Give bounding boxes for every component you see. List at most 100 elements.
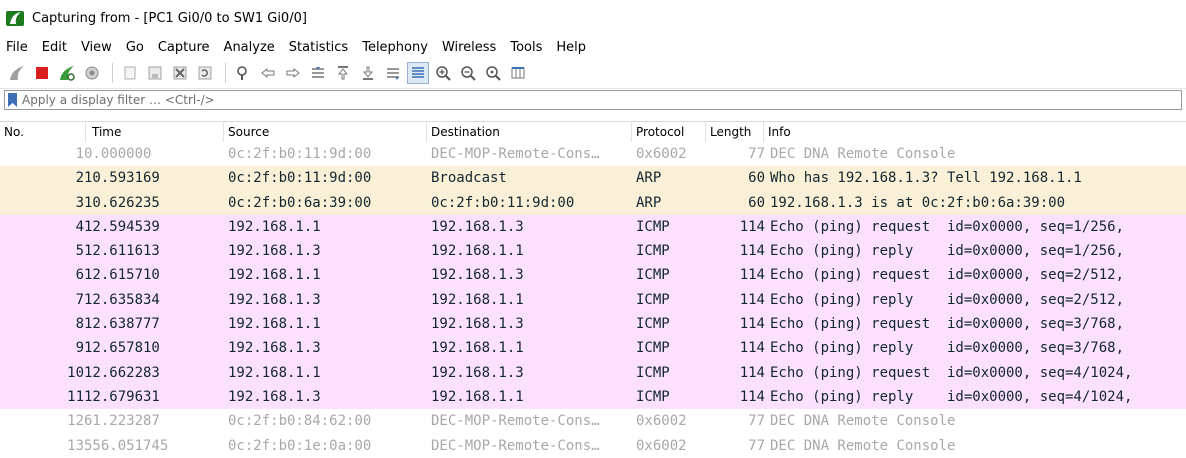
- column-protocol[interactable]: Protocol: [632, 122, 706, 142]
- reload-file-icon[interactable]: [194, 62, 216, 84]
- packet-no: 5: [75, 243, 84, 260]
- packet-protocol: 0x6002: [636, 437, 687, 454]
- menu-help[interactable]: Help: [556, 40, 586, 55]
- menu-analyze[interactable]: Analyze: [224, 40, 275, 55]
- packet-row[interactable]: 7 12.635834 192.168.1.3 192.168.1.1 ICMP…: [0, 287, 1186, 313]
- packet-protocol: ARP: [636, 194, 662, 211]
- packet-length: 77: [748, 413, 765, 430]
- packet-row[interactable]: 12 61.223287 0c:2f:b0:84:62:00 DEC-MOP-R…: [0, 409, 1186, 434]
- packet-protocol: ICMP: [636, 291, 670, 308]
- packet-row[interactable]: 6 12.615710 192.168.1.1 192.168.1.3 ICMP…: [0, 263, 1186, 288]
- column-info[interactable]: Info: [764, 122, 1186, 142]
- open-file-icon[interactable]: [119, 62, 141, 84]
- packet-destination: 0c:2f:b0:11:9d:00: [431, 194, 575, 211]
- menu-bar: File Edit View Go Capture Analyze Statis…: [0, 36, 1186, 58]
- packet-no: 9: [75, 340, 84, 357]
- start-capture-icon[interactable]: [6, 62, 28, 84]
- stop-capture-icon[interactable]: [31, 62, 53, 84]
- menu-file[interactable]: File: [6, 40, 28, 55]
- packet-destination: Broadcast: [431, 170, 507, 187]
- packet-no: 2: [75, 170, 84, 187]
- packet-protocol: ARP: [636, 170, 662, 187]
- packet-length: 114: [739, 218, 765, 235]
- packet-info: DEC DNA Remote Console: [770, 146, 956, 162]
- menu-view[interactable]: View: [81, 40, 112, 55]
- packet-row[interactable]: 2 10.593169 0c:2f:b0:11:9d:00 Broadcast …: [0, 166, 1186, 191]
- resize-columns-icon[interactable]: [507, 62, 529, 84]
- packet-no: 10: [67, 364, 84, 381]
- column-no[interactable]: No.: [0, 122, 86, 142]
- packet-protocol: ICMP: [636, 218, 670, 235]
- first-packet-icon[interactable]: [332, 62, 354, 84]
- packet-info: Who has 192.168.1.3? Tell 192.168.1.1: [770, 170, 1082, 187]
- find-packet-icon[interactable]: [232, 62, 254, 84]
- toolbar-separator: [225, 63, 226, 83]
- packet-row[interactable]: 3 10.626235 0c:2f:b0:6a:39:00 0c:2f:b0:1…: [0, 190, 1186, 215]
- packet-no: 6: [75, 267, 84, 284]
- menu-go[interactable]: Go: [126, 40, 144, 55]
- normal-size-icon[interactable]: [482, 62, 504, 84]
- packet-source: 192.168.1.1: [228, 316, 321, 333]
- column-time[interactable]: Time: [86, 122, 224, 142]
- packet-row[interactable]: 10 12.662283 192.168.1.1 192.168.1.3 ICM…: [0, 360, 1186, 385]
- auto-scroll-icon[interactable]: [382, 62, 404, 84]
- go-forward-icon[interactable]: [282, 62, 304, 84]
- packet-row[interactable]: 11 12.679631 192.168.1.3 192.168.1.1 ICM…: [0, 384, 1186, 410]
- menu-tools[interactable]: Tools: [510, 40, 542, 55]
- zoom-in-icon[interactable]: [432, 62, 454, 84]
- packet-source: 0c:2f:b0:6a:39:00: [228, 194, 372, 211]
- packet-source: 0c:2f:b0:11:9d:00: [228, 170, 372, 187]
- packet-protocol: ICMP: [636, 243, 670, 260]
- packet-length: 114: [739, 316, 765, 333]
- packet-destination: DEC-MOP-Remote-Cons…: [431, 437, 600, 454]
- packet-info: 192.168.1.3 is at 0c:2f:b0:6a:39:00: [770, 194, 1066, 211]
- packet-no: 13: [67, 437, 84, 454]
- packet-row[interactable]: 9 12.657810 192.168.1.3 192.168.1.1 ICMP…: [0, 336, 1186, 361]
- packet-source: 192.168.1.1: [228, 218, 321, 235]
- menu-edit[interactable]: Edit: [42, 40, 67, 55]
- packet-row[interactable]: 13 556.051745 0c:2f:b0:1e:0a:00 DEC-MOP-…: [0, 433, 1186, 458]
- packet-time: 10.626235: [84, 194, 160, 211]
- packet-time: 61.223287: [84, 413, 160, 430]
- column-length[interactable]: Length: [706, 122, 764, 142]
- packet-time: 12.615710: [84, 267, 160, 284]
- close-file-icon[interactable]: [169, 62, 191, 84]
- menu-wireless[interactable]: Wireless: [442, 40, 496, 55]
- packet-info: Echo (ping) request id=0x0000, seq=3/768…: [770, 316, 1125, 333]
- packet-length: 114: [739, 364, 765, 381]
- packet-row[interactable]: 4 12.594539 192.168.1.1 192.168.1.3 ICMP…: [0, 214, 1186, 240]
- packet-row[interactable]: 5 12.611613 192.168.1.3 192.168.1.1 ICMP…: [0, 239, 1186, 264]
- toolbar-separator: [112, 63, 113, 83]
- packet-protocol: ICMP: [636, 340, 670, 357]
- colorize-icon[interactable]: [407, 62, 429, 84]
- last-packet-icon[interactable]: [357, 62, 379, 84]
- packet-row[interactable]: 1 0.000000 0c:2f:b0:11:9d:00 DEC-MOP-Rem…: [0, 142, 1186, 167]
- display-filter-bar: [4, 90, 1182, 110]
- packet-time: 12.638777: [84, 316, 160, 333]
- packet-info: Echo (ping) reply id=0x0000, seq=2/512,: [770, 291, 1125, 308]
- save-file-icon[interactable]: [144, 62, 166, 84]
- packet-destination: 192.168.1.1: [431, 388, 524, 405]
- packet-no: 8: [75, 316, 84, 333]
- packet-protocol: ICMP: [636, 364, 670, 381]
- zoom-out-icon[interactable]: [457, 62, 479, 84]
- capture-options-icon[interactable]: [81, 62, 103, 84]
- packet-length: 114: [739, 243, 765, 260]
- go-back-icon[interactable]: [257, 62, 279, 84]
- restart-capture-icon[interactable]: [56, 62, 78, 84]
- packet-length: 114: [739, 267, 765, 284]
- packet-no: 1: [75, 146, 84, 162]
- menu-telephony[interactable]: Telephony: [362, 40, 428, 55]
- menu-capture[interactable]: Capture: [158, 40, 210, 55]
- bookmark-icon[interactable]: [8, 93, 17, 107]
- packet-time: 556.051745: [84, 437, 169, 454]
- column-destination[interactable]: Destination: [427, 122, 632, 142]
- go-to-packet-icon[interactable]: [307, 62, 329, 84]
- packet-list: 1 0.000000 0c:2f:b0:11:9d:00 DEC-MOP-Rem…: [0, 142, 1186, 458]
- column-source[interactable]: Source: [224, 122, 427, 142]
- packet-row[interactable]: 8 12.638777 192.168.1.1 192.168.1.3 ICMP…: [0, 312, 1186, 337]
- packet-time: 10.593169: [84, 170, 160, 187]
- packet-destination: 192.168.1.3: [431, 267, 524, 284]
- menu-statistics[interactable]: Statistics: [289, 40, 348, 55]
- display-filter-input[interactable]: [22, 92, 1181, 108]
